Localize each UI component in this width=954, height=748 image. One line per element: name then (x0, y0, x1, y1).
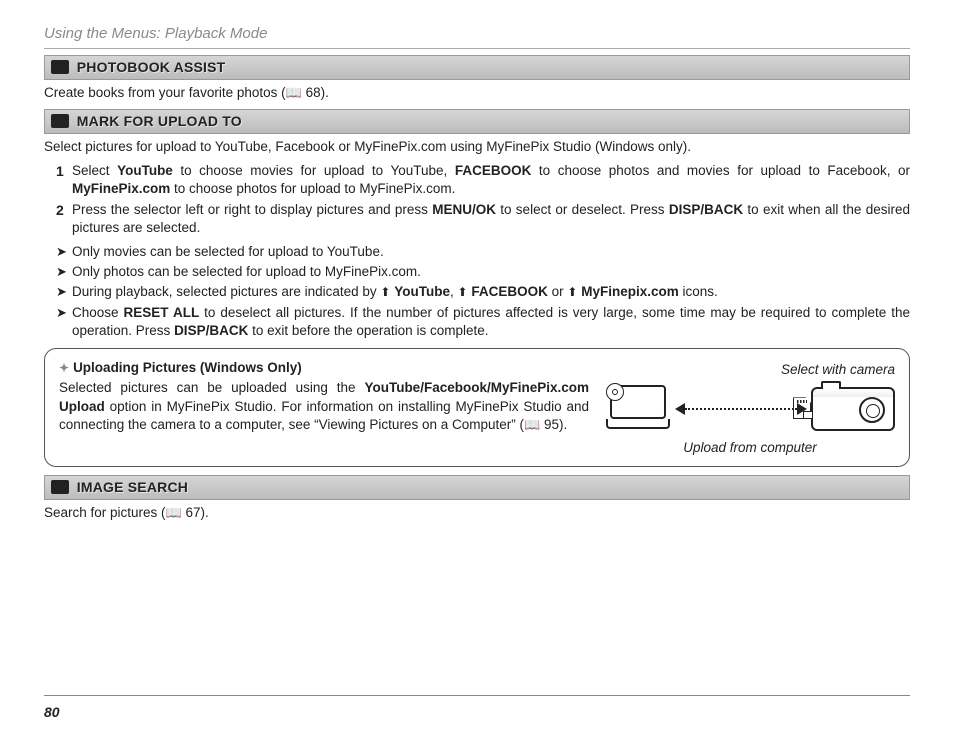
tip-title: ✦Uploading Pictures (Windows Only) (59, 359, 589, 377)
bullet-item: ➤ Only movies can be selected for upload… (56, 243, 910, 261)
page-ref-icon: 📖 (524, 416, 540, 434)
section-body: Select pictures for upload to YouTube, F… (44, 138, 910, 156)
bullet-marker-icon: ➤ (56, 263, 72, 281)
figure-label-bottom: Upload from computer (605, 439, 895, 457)
tip-body: Selected pictures can be uploaded using … (59, 379, 589, 434)
bottom-rule (44, 695, 910, 696)
page-number: 80 (44, 703, 60, 722)
step-2: 2 Press the selector left or right to di… (56, 201, 910, 237)
bullet-item: ➤ During playback, selected pictures are… (56, 283, 910, 301)
page-breadcrumb: Using the Menus: Playback Mode (44, 24, 910, 49)
upload-icon (51, 114, 69, 128)
tip-icon: ✦ (59, 360, 69, 376)
search-icon (51, 480, 69, 494)
section-header-upload: MARK FOR UPLOAD TO (44, 109, 910, 134)
section-title: PHOTOBOOK ASSIST (77, 59, 226, 75)
upload-small-icon: ⬆ (458, 284, 468, 300)
section-body: Create books from your favorite photos (… (44, 84, 910, 102)
section-header-search: IMAGE SEARCH (44, 475, 910, 500)
step-number: 2 (56, 201, 72, 237)
bullet-marker-icon: ➤ (56, 283, 72, 301)
page-ref-icon: 📖 (286, 84, 302, 102)
bullet-marker-icon: ➤ (56, 304, 72, 340)
arrow-left-icon (675, 403, 685, 415)
connection-line (675, 401, 807, 417)
camera-icon (811, 387, 895, 431)
section-title: IMAGE SEARCH (77, 479, 188, 495)
laptop-icon (605, 385, 671, 433)
tip-box: ✦Uploading Pictures (Windows Only) Selec… (44, 348, 910, 466)
ordered-steps: 1 Select YouTube to choose movies for up… (56, 162, 910, 237)
bullet-item: ➤ Only photos can be selected for upload… (56, 263, 910, 281)
tip-figure: Select with camera Upload from computer (605, 359, 895, 457)
figure-label-top: Select with camera (605, 361, 895, 379)
upload-small-icon: ⬆ (380, 284, 390, 300)
section-title: MARK FOR UPLOAD TO (77, 113, 242, 129)
page-ref-icon: 📖 (166, 504, 182, 522)
step-number: 1 (56, 162, 72, 198)
bullet-marker-icon: ➤ (56, 243, 72, 261)
section-header-photobook: PHOTOBOOK ASSIST (44, 55, 910, 80)
section-body: Search for pictures (📖 67). (44, 504, 910, 522)
bullet-list: ➤ Only movies can be selected for upload… (56, 243, 910, 340)
step-1: 1 Select YouTube to choose movies for up… (56, 162, 910, 198)
bullet-item: ➤ Choose RESET ALL to deselect all pictu… (56, 304, 910, 340)
photobook-icon (51, 60, 69, 74)
upload-small-icon: ⬆ (567, 284, 577, 300)
cd-icon (606, 383, 624, 401)
